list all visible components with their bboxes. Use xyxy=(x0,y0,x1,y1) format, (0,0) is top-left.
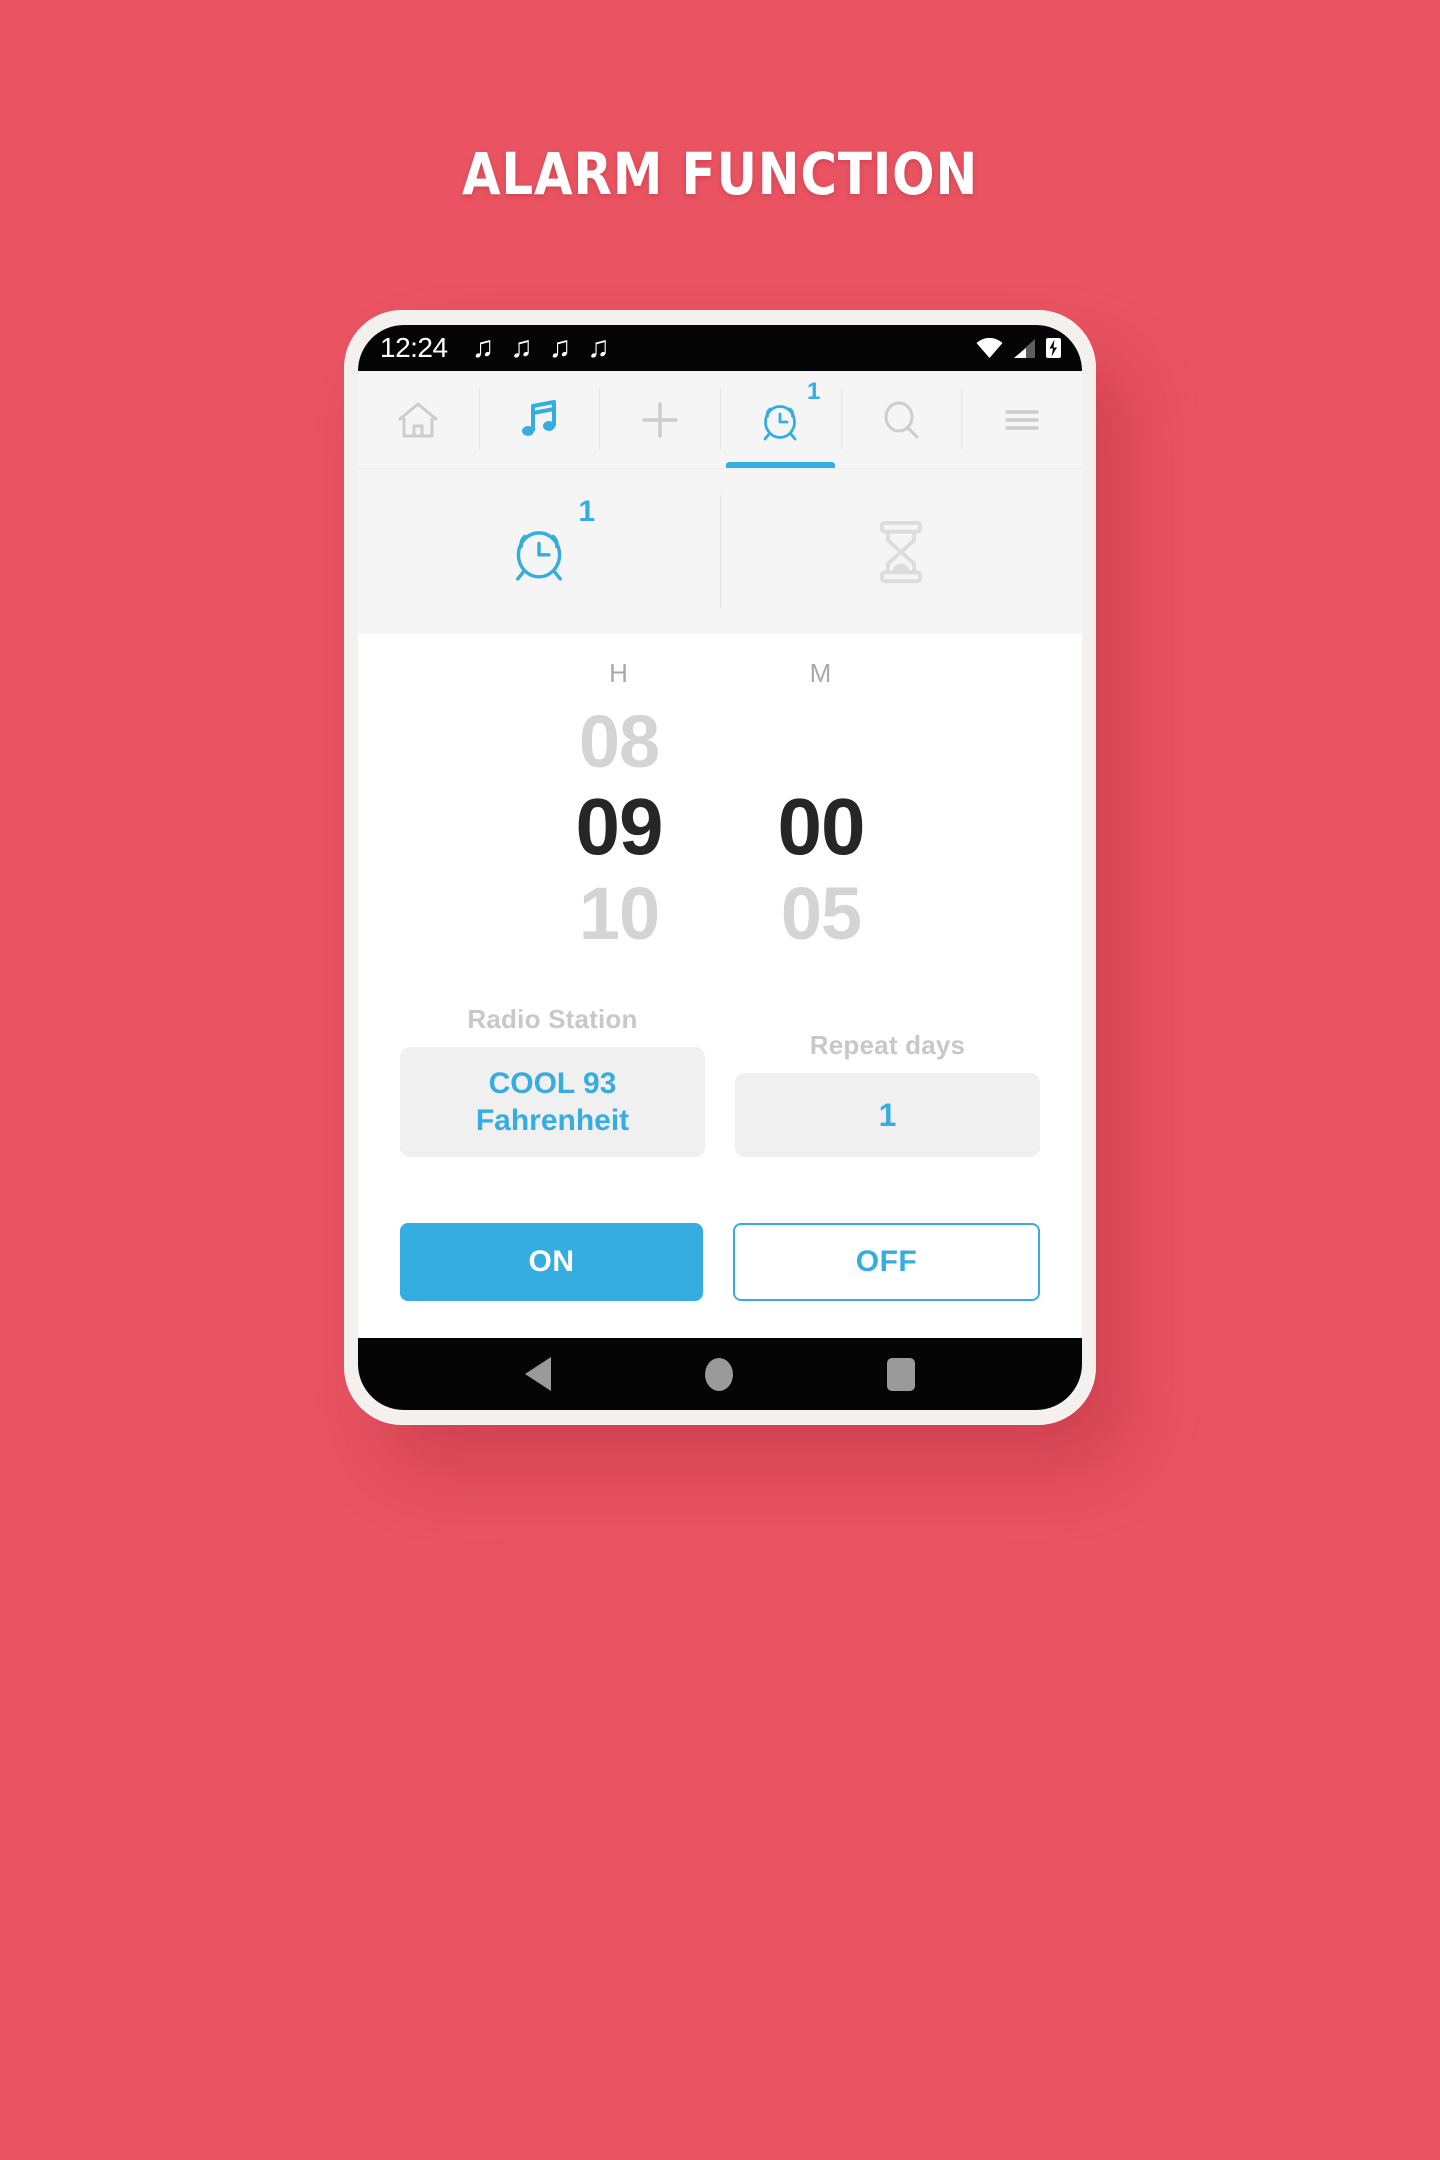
back-triangle-icon[interactable] xyxy=(525,1357,551,1391)
recents-square-icon[interactable] xyxy=(887,1357,915,1391)
nav-item-add[interactable] xyxy=(599,371,720,468)
hour-label: H xyxy=(609,658,629,688)
music-note-icon xyxy=(522,399,556,436)
signal-icon xyxy=(1014,338,1035,358)
status-bar: 12:24 ♫ ♫ ♫ ♫ xyxy=(358,325,1082,371)
search-icon xyxy=(884,401,919,438)
time-picker: H 08 09 10 M 00 05 xyxy=(358,634,1082,956)
alarm-content: H 08 09 10 M 00 05 Radio Station COOL 93… xyxy=(358,634,1082,1338)
top-navigation-bar: 1 xyxy=(358,371,1082,469)
alarm-count-badge: 1 xyxy=(806,377,821,405)
minute-selected[interactable]: 00 xyxy=(746,782,896,871)
active-indicator xyxy=(726,462,835,468)
minute-column[interactable]: M 00 05 xyxy=(746,658,896,956)
android-navigation-bar xyxy=(358,1338,1082,1410)
sub-tab-alarm[interactable]: 1 xyxy=(358,469,720,634)
home-circle-icon[interactable] xyxy=(705,1357,733,1391)
sub-tab-timer[interactable] xyxy=(720,469,1082,634)
minute-next[interactable]: 05 xyxy=(746,870,896,956)
repeat-days-value[interactable]: 1 xyxy=(735,1073,1040,1157)
music-note-icon: ♫ xyxy=(471,331,495,364)
status-time: 12:24 xyxy=(380,332,448,363)
hourglass-icon xyxy=(880,520,922,583)
alarm-clock-icon xyxy=(516,530,562,581)
hour-next[interactable]: 10 xyxy=(544,870,694,956)
sub-tab-bar: 1 xyxy=(358,469,1082,634)
alarm-settings: Radio Station COOL 93 Fahrenheit Repeat … xyxy=(358,1004,1082,1157)
home-icon xyxy=(398,402,438,437)
on-button[interactable]: ON xyxy=(400,1223,703,1301)
hour-previous[interactable]: 08 xyxy=(544,698,694,784)
alarm-count-badge: 1 xyxy=(578,494,595,528)
repeat-days-group: Repeat days 1 xyxy=(735,1030,1040,1157)
alarm-icon-wrap: 1 xyxy=(756,379,820,444)
alarm-icon-wrap: 1 xyxy=(505,496,595,587)
repeat-days-label: Repeat days xyxy=(809,1030,966,1060)
hour-column[interactable]: H 08 09 10 xyxy=(544,658,694,956)
hamburger-menu-icon xyxy=(1004,409,1039,430)
music-note-icon: ♫ xyxy=(548,331,572,364)
battery-charging-icon xyxy=(1046,338,1061,358)
wifi-icon xyxy=(976,337,1003,358)
page-title: ALARM FUNCTION xyxy=(461,140,979,208)
alarm-actions: ON OFF xyxy=(358,1223,1082,1301)
off-button[interactable]: OFF xyxy=(733,1223,1040,1301)
status-music-notes: ♫ ♫ ♫ ♫ xyxy=(472,333,610,363)
radio-station-group: Radio Station COOL 93 Fahrenheit xyxy=(400,1004,705,1157)
phone-screen: 12:24 ♫ ♫ ♫ ♫ 1 1 H 08 09 10 M 00 05 Rad… xyxy=(358,325,1082,1410)
music-note-icon: ♫ xyxy=(587,331,610,364)
status-indicators xyxy=(976,337,1062,359)
plus-icon xyxy=(641,401,678,438)
music-note-icon: ♫ xyxy=(510,331,533,364)
nav-item-home[interactable] xyxy=(358,371,479,468)
nav-item-menu[interactable] xyxy=(961,371,1082,468)
phone-frame: 12:24 ♫ ♫ ♫ ♫ 1 1 H 08 09 10 M 00 05 Rad… xyxy=(344,310,1096,1425)
nav-item-search[interactable] xyxy=(840,371,962,468)
hour-selected[interactable]: 09 xyxy=(544,782,694,871)
radio-station-value[interactable]: COOL 93 Fahrenheit xyxy=(400,1047,705,1157)
nav-item-alarm[interactable]: 1 xyxy=(720,371,841,468)
minute-previous[interactable] xyxy=(746,698,896,784)
nav-item-music[interactable] xyxy=(478,371,600,468)
alarm-clock-icon xyxy=(763,404,797,440)
minute-label: M xyxy=(809,658,833,688)
radio-station-label: Radio Station xyxy=(467,1004,638,1034)
